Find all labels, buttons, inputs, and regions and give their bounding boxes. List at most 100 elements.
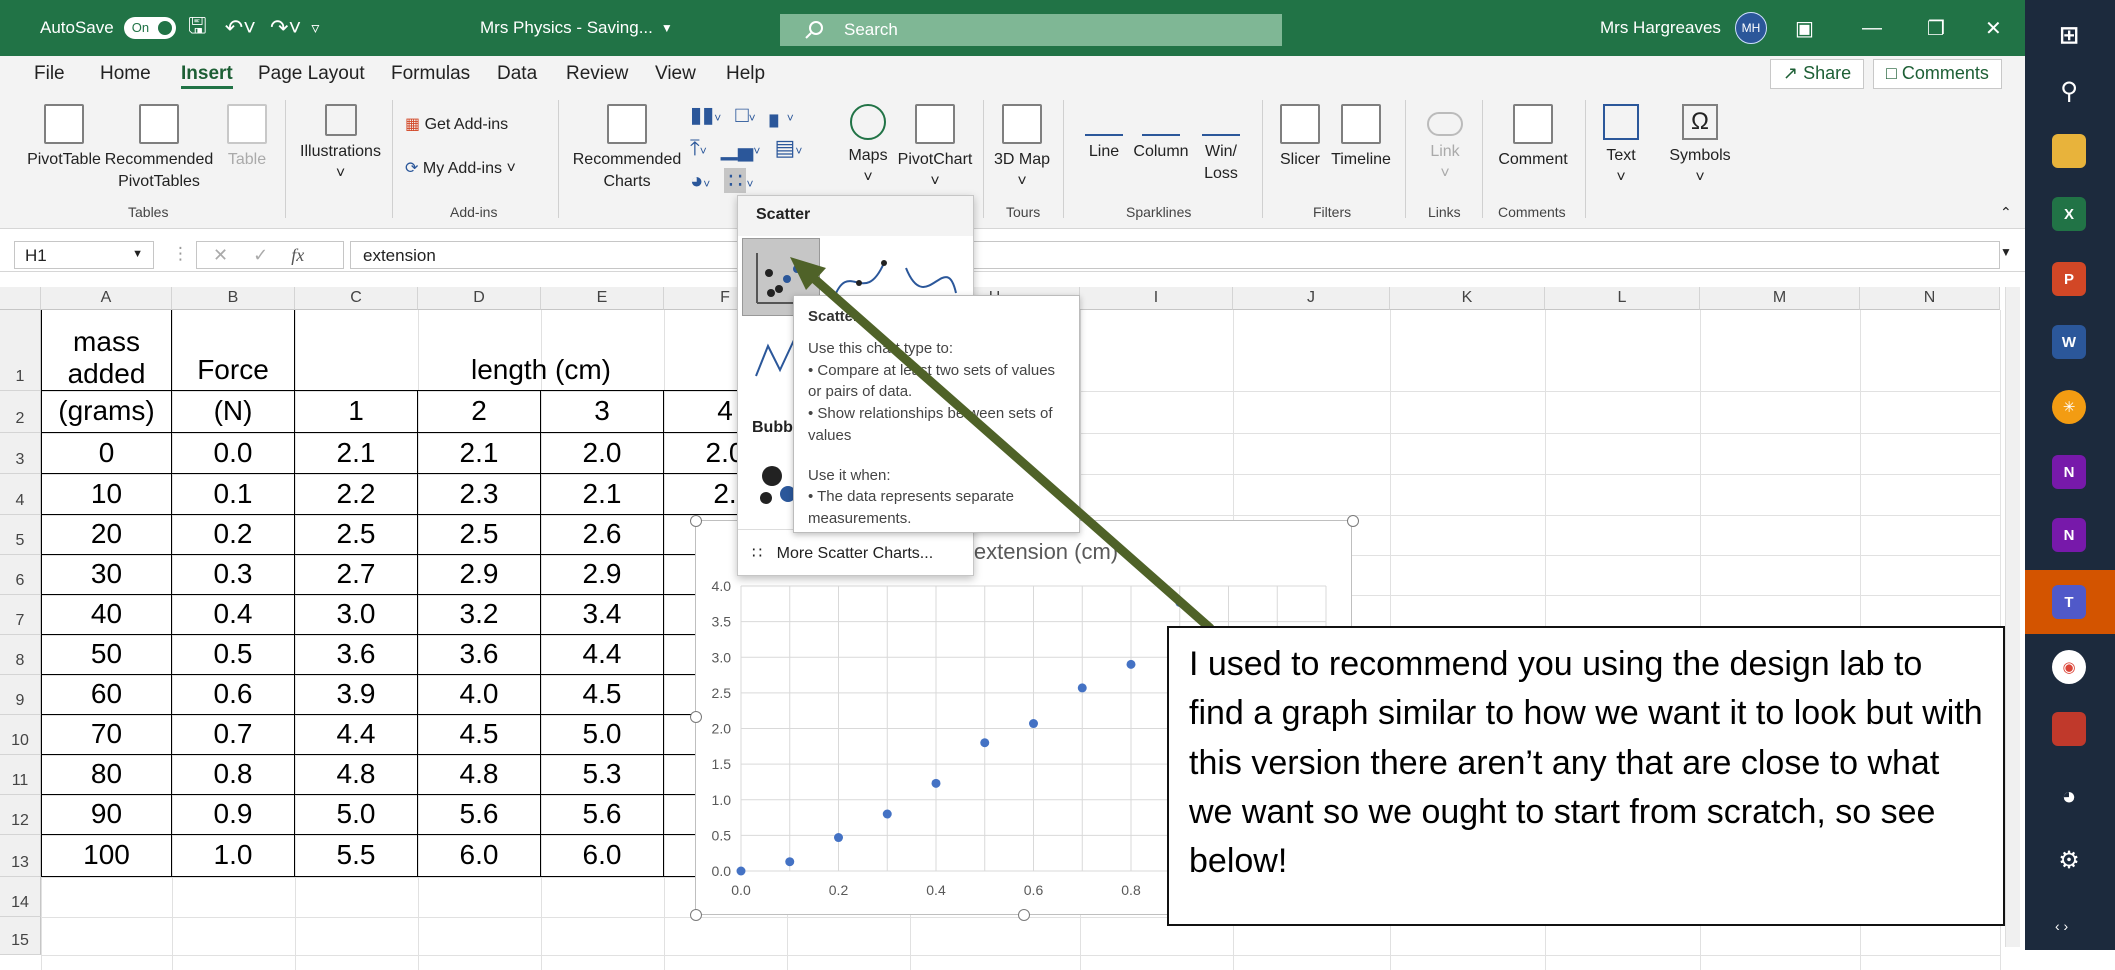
autosave-toggle[interactable]: On	[123, 17, 176, 39]
table-cell[interactable]: 90	[41, 795, 172, 835]
menu-page-layout[interactable]: Page Layout	[258, 63, 365, 85]
chrome-icon[interactable]: ◉	[2052, 650, 2086, 684]
table-cell[interactable]: 0.9	[172, 795, 295, 835]
3d-map-button[interactable]: 3D Map ˅	[990, 104, 1054, 192]
row-header[interactable]: 3	[0, 433, 41, 474]
menu-file[interactable]: File	[34, 63, 65, 85]
table-cell[interactable]: 3.2	[418, 595, 541, 635]
header-length[interactable]: length (cm)	[295, 310, 787, 391]
onenote-icon[interactable]: N	[2052, 455, 2086, 489]
table-cell[interactable]: 80	[41, 755, 172, 795]
my-addins-button[interactable]: ⟳ My Add-ins ˅	[405, 158, 516, 180]
search-icon[interactable]: ⚲	[2052, 74, 2086, 108]
formula-input[interactable]: extension	[350, 241, 2000, 269]
chevron-down-icon[interactable]: ▼	[661, 21, 673, 35]
table-cell[interactable]: 40	[41, 595, 172, 635]
column-header[interactable]: I	[1080, 287, 1233, 310]
insert-function-button[interactable]: fx	[291, 245, 304, 265]
table-cell[interactable]: 6.0	[418, 835, 541, 877]
table-cell[interactable]: 4.5	[541, 675, 664, 715]
column-header[interactable]: J	[1233, 287, 1390, 310]
enter-icon[interactable]: ✓	[253, 245, 268, 265]
waterfall-chart-icon[interactable]: ▖	[770, 102, 787, 127]
scroll-arrows[interactable]: ‹ ›	[2055, 918, 2068, 934]
table-cell[interactable]: 2.9	[541, 555, 664, 595]
menu-data[interactable]: Data	[497, 63, 537, 85]
table-cell[interactable]: 4.5	[418, 715, 541, 755]
user-name[interactable]: Mrs Hargreaves	[1600, 18, 1721, 38]
table-cell[interactable]: 100	[41, 835, 172, 877]
minimize-icon[interactable]: —	[1862, 17, 1882, 40]
table-button[interactable]: Table	[222, 104, 272, 171]
column-header[interactable]: B	[172, 287, 295, 310]
document-title[interactable]: Mrs Physics - Saving...	[480, 18, 653, 38]
cancel-icon[interactable]: ✕	[213, 245, 228, 265]
table-cell[interactable]: 0	[41, 433, 172, 474]
table-cell[interactable]: 3.6	[418, 635, 541, 675]
table-cell[interactable]: 70	[41, 715, 172, 755]
table-cell[interactable]: 50	[41, 635, 172, 675]
column-header[interactable]: L	[1545, 287, 1700, 310]
row-header[interactable]: 13	[0, 835, 41, 877]
header-force[interactable]: Force	[172, 310, 295, 391]
column-header[interactable]: N	[1860, 287, 2000, 310]
table-cell[interactable]: 5.0	[295, 795, 418, 835]
recommended-pivot-button[interactable]: Recommended PivotTables	[103, 104, 215, 192]
sparkline-column-button[interactable]: Column	[1130, 104, 1192, 163]
ribbon-display-icon[interactable]: ▣	[1795, 16, 1814, 41]
collapse-ribbon-icon[interactable]: ⌃	[2000, 204, 2012, 221]
table-cell[interactable]: 0.1	[172, 474, 295, 515]
table-cell[interactable]: 0.3	[172, 555, 295, 595]
recommended-charts-button[interactable]: Recommended Charts	[568, 104, 686, 192]
close-icon[interactable]: ✕	[1985, 16, 2002, 41]
header-newtons[interactable]: (N)	[172, 391, 295, 433]
table-cell[interactable]: 4.4	[295, 715, 418, 755]
row-header[interactable]: 15	[0, 917, 41, 955]
column-header[interactable]: A	[41, 287, 172, 310]
row-header[interactable]: 6	[0, 555, 41, 595]
row-header[interactable]: 11	[0, 755, 41, 795]
scatter-chart-icon[interactable]: ∷	[724, 168, 747, 193]
table-cell[interactable]: 5.3	[541, 755, 664, 795]
table-cell[interactable]: 60	[41, 675, 172, 715]
more-scatter-charts-link[interactable]: ∷ More Scatter Charts...	[752, 543, 933, 563]
menu-help[interactable]: Help	[726, 63, 765, 85]
name-box[interactable]: H1 ▼	[14, 241, 154, 269]
table-cell[interactable]: 3.6	[295, 635, 418, 675]
teams-icon[interactable]: T	[2052, 585, 2086, 619]
comment-button[interactable]: Comment	[1493, 104, 1573, 171]
table-cell[interactable]: 4.4	[541, 635, 664, 675]
row-header[interactable]: 5	[0, 515, 41, 555]
table-cell[interactable]: 10	[41, 474, 172, 515]
table-cell[interactable]: 2.5	[418, 515, 541, 555]
save-icon[interactable]: 🖫	[188, 9, 207, 47]
vertical-scrollbar[interactable]	[2005, 287, 2020, 947]
share-button[interactable]: ↗ Share	[1770, 59, 1865, 89]
row-header[interactable]: 8	[0, 635, 41, 675]
comments-button[interactable]: □ Comments	[1873, 59, 2002, 89]
table-cell[interactable]: 4.8	[295, 755, 418, 795]
header-trial[interactable]: 2	[418, 391, 541, 433]
column-header[interactable]: D	[418, 287, 541, 310]
menu-formulas[interactable]: Formulas	[391, 63, 470, 85]
line-chart-icon[interactable]: ⤒	[690, 135, 700, 160]
row-header[interactable]: 10	[0, 715, 41, 755]
illustrations-button[interactable]: Illustrations ˅	[293, 104, 388, 184]
table-cell[interactable]: 4.0	[418, 675, 541, 715]
table-cell[interactable]: 2.7	[295, 555, 418, 595]
app-icon-red[interactable]	[2052, 712, 2086, 746]
symbols-button[interactable]: Ω Symbols ˅	[1665, 104, 1735, 188]
link-button[interactable]: Link ˅	[1420, 104, 1470, 184]
pivot-table-button[interactable]: PivotTable	[24, 104, 104, 171]
sparkline-winloss-button[interactable]: Win/ Loss	[1198, 104, 1244, 184]
row-header[interactable]: 9	[0, 675, 41, 715]
resize-handle[interactable]	[1347, 515, 1359, 527]
row-header[interactable]: 12	[0, 795, 41, 835]
column-header[interactable]: E	[541, 287, 664, 310]
combo-chart-icon[interactable]: ▤	[775, 135, 796, 160]
row-header[interactable]: 1	[0, 310, 41, 391]
table-cell[interactable]: 0.2	[172, 515, 295, 555]
table-cell[interactable]: 2.1	[418, 433, 541, 474]
customize-quick-access-icon[interactable]: ▿	[311, 18, 319, 38]
header-mass-added[interactable]: mass added	[41, 310, 172, 391]
